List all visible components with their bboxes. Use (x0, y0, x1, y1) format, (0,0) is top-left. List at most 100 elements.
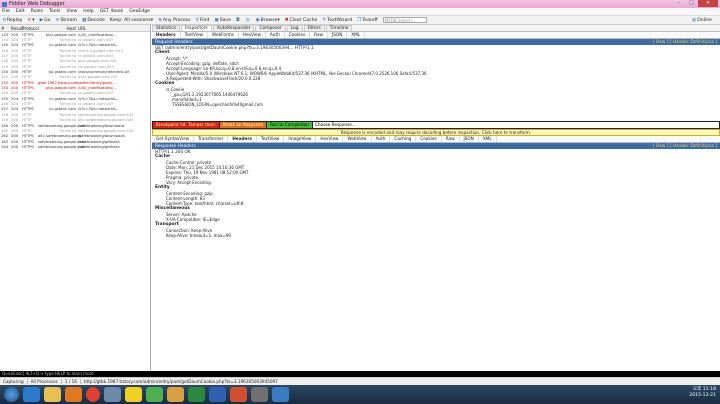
request-header-links[interactable]: [ Raw ] [ Header Definitions ] (653, 40, 717, 45)
android-icon[interactable] (146, 387, 163, 402)
table-row[interactable]: 147 200 HTTP Tunnel to cc.gstatic.com:443 (0, 53, 150, 58)
timer-button[interactable]: ◷ (246, 18, 251, 23)
resp-tab-raw[interactable]: Raw (442, 136, 460, 142)
table-row[interactable]: 163 200 HTTPS safebrowsing.google.com/safeb… (0, 139, 150, 144)
req-tab-hexview[interactable]: HexView (239, 32, 266, 38)
paint-icon[interactable] (167, 387, 184, 402)
start-button-icon[interactable] (4, 387, 19, 402)
explorer-icon[interactable] (44, 387, 61, 402)
tab-timeline[interactable]: Timeline (325, 25, 353, 31)
save-button[interactable]: ▣ Save (214, 18, 231, 23)
camera-app-icon[interactable] (251, 387, 268, 402)
req-tab-textview[interactable]: TextView (181, 32, 208, 38)
req-tab-cookies[interactable]: Cookies (285, 32, 311, 38)
menu-rules[interactable]: Rules (31, 9, 43, 14)
textwizard-button[interactable]: ✎ TextWizard (322, 18, 352, 23)
resp-tab-json[interactable]: JSON (460, 136, 479, 142)
close-button[interactable]: ✕ (698, 0, 718, 7)
browse-button[interactable]: ◉ Browse ▾ (256, 18, 280, 23)
resp-tab-imageview[interactable]: ImageView (284, 136, 317, 142)
col-host[interactable]: Host (38, 26, 78, 31)
any-process-button[interactable]: ⊕ Any Process (158, 18, 191, 23)
col-number[interactable]: # (0, 26, 11, 31)
req-tab-headers[interactable]: Headers (152, 32, 181, 38)
keep-sessions-dropdown[interactable]: Keep: All sessions ▾ (110, 18, 153, 23)
stream-button[interactable]: ≋ Stream (56, 18, 77, 23)
minimize-button[interactable]: – (672, 0, 685, 7)
table-row[interactable]: 154 200 HTTP Tunnel to cc.gstatic.com:443 (0, 91, 150, 96)
req-tab-xml[interactable]: XML (347, 32, 366, 38)
resp-tab-cookies[interactable]: Cookies (416, 136, 442, 142)
resp-tab-caching[interactable]: Caching (390, 136, 417, 142)
table-row[interactable]: 151 200 HTTP Tunnel to docs.google.com:443 (0, 75, 150, 80)
tab-composer[interactable]: Composer (255, 25, 286, 31)
table-row[interactable]: 149 200 HTTP Tunnel to ssl.gstatic.com:443 (0, 64, 150, 69)
resp-tab-hexview[interactable]: HexView (316, 136, 344, 142)
decode-notice[interactable]: Response is encoded and may require deco… (152, 129, 720, 136)
col-protocol[interactable]: Protocol (22, 26, 39, 31)
run-to-completion-button[interactable]: Run to Completion (267, 122, 312, 128)
req-tab-raw[interactable]: Raw (310, 32, 328, 38)
word-icon[interactable] (209, 387, 226, 402)
remove-button[interactable]: ✕ ▾ (27, 18, 34, 23)
menu-tools[interactable]: Tools (49, 9, 60, 14)
table-row[interactable]: 148 200 HTTP Tunnel to apis.google.com:443 (0, 59, 150, 64)
table-row[interactable]: 152 200 HTTPS gtbk.1987.tistory.com/admin/e… (0, 80, 150, 85)
capturing-indicator[interactable]: Capturing (0, 379, 28, 384)
req-tab-json[interactable]: JSON (328, 32, 348, 38)
screenshot-button[interactable]: ◘ (236, 18, 241, 23)
clock-date[interactable]: 2015-12-21 (689, 393, 716, 399)
chrome-icon[interactable] (86, 387, 100, 402)
maximize-button[interactable]: □ (685, 0, 698, 7)
table-row[interactable]: 164 200 HTTPS safebrowsing.google.com/safeb… (0, 144, 150, 149)
excel-icon[interactable] (188, 387, 205, 402)
resp-tab-auth[interactable]: Auth (372, 136, 391, 142)
tab-inspectors[interactable]: Inspectors (181, 25, 212, 31)
kakao-icon[interactable] (125, 387, 142, 402)
resp-tab-headers[interactable]: Headers (228, 136, 257, 142)
resp-tab-textview[interactable]: TextView (257, 136, 285, 142)
table-row[interactable]: 155 204 HTTPS cc.gstatic.com/s?v=3&s=notaut… (0, 96, 150, 101)
table-row[interactable]: 157 204 HTTPS cc.gstatic.com/s?v=3&s=notaut… (0, 107, 150, 112)
response-header-links[interactable]: [ Raw ] [ Header Definitions ] (653, 144, 717, 149)
table-row[interactable]: 159 200 HTTP Tunnel to alt1-safebrowsing.goo… (0, 118, 150, 123)
tab-statistics[interactable]: Statistics (152, 25, 181, 31)
resp-tab-syntaxview[interactable]: Get SyntaxView (152, 136, 195, 142)
table-row[interactable]: 146 200 HTTP Tunnel to client-tl.google.com:… (0, 48, 150, 53)
menu-view[interactable]: View (66, 9, 77, 14)
powerpoint-icon[interactable] (230, 387, 247, 402)
tab-log[interactable]: Log (286, 25, 303, 31)
process-filter[interactable]: All Processes (28, 379, 62, 384)
replay-button[interactable]: ⟲ Replay (2, 18, 22, 23)
menu-get-book[interactable]: GET /book (100, 9, 123, 14)
table-row[interactable]: 143 200 HTTPS plus.google.com/u/0/_/notific… (0, 32, 150, 37)
table-row[interactable]: 158 200 HTTP Tunnel to safebrowsing.google.c… (0, 112, 150, 117)
ie-icon[interactable] (23, 387, 40, 402)
resp-tab-xml[interactable]: XML (479, 136, 497, 142)
col-url[interactable]: URL (78, 26, 150, 31)
table-row[interactable]: 153 200 HTTPS plus.google.com/u/0/_/notific… (0, 85, 150, 90)
msdn-search-input[interactable]: MSDN Search... (382, 17, 427, 23)
col-result[interactable]: Result (11, 26, 24, 31)
menu-geoedge[interactable]: GeoEdge (129, 9, 150, 14)
break-on-response-button[interactable]: Break on Response (219, 122, 266, 128)
req-tab-webforms[interactable]: WebForms (208, 32, 239, 38)
find-button[interactable]: ⚲ Find (196, 18, 210, 23)
req-tab-auth[interactable]: Auth (266, 32, 285, 38)
table-row[interactable]: 156 200 HTTP Tunnel to cc.gstatic.com:443 (0, 101, 150, 106)
tearoff-button[interactable]: ❐ Tearoff (357, 18, 378, 23)
menu-file[interactable]: File (2, 9, 10, 14)
tab-filters[interactable]: Filters (303, 25, 325, 31)
media-player-icon[interactable] (65, 387, 82, 402)
go-button[interactable]: ▶ Go (40, 18, 51, 23)
resp-tab-transformer[interactable]: Transformer (194, 136, 229, 142)
table-row[interactable]: 145 204 HTTPS cc.gstatic.com/s?v=3&s=notaut… (0, 43, 150, 48)
decode-button[interactable]: ▦ Decode (82, 18, 105, 23)
table-row[interactable]: 160 200 HTTPS safebrowsing.google.com/safeb… (0, 123, 150, 128)
menu-edit[interactable]: Edit (16, 9, 25, 14)
table-row[interactable]: 161 200 HTTP Tunnel to safebrowsing.google.c… (0, 128, 150, 133)
tab-autoresponder[interactable]: AutoResponder (212, 25, 255, 31)
table-row[interactable]: 162 200 HTTPS alt1.safebrowsing.goog/safebr… (0, 134, 150, 139)
table-row[interactable]: 150 200 HTTP ssl.gstatic.com/docs/common/ne… (0, 69, 150, 74)
menu-help[interactable]: Help (83, 9, 93, 14)
